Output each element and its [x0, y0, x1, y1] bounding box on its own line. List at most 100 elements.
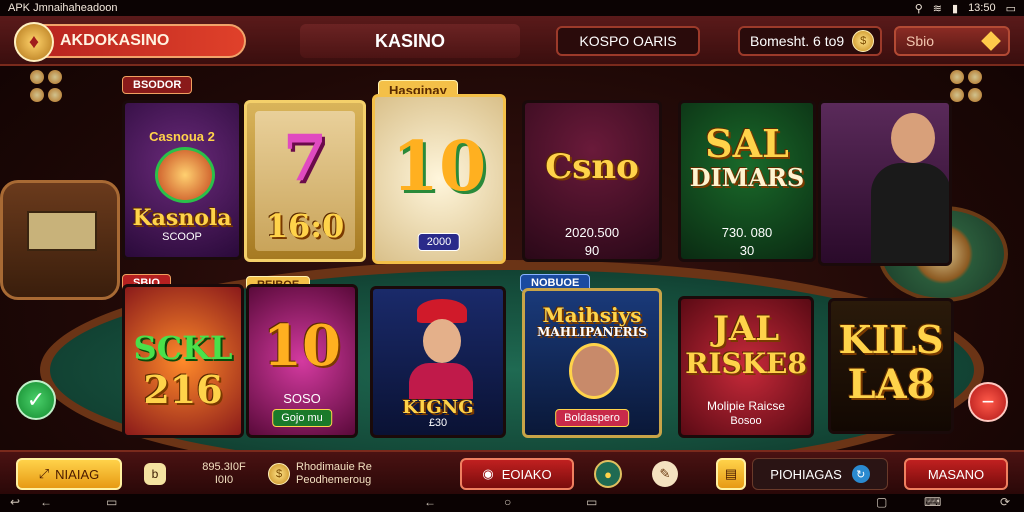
tile-number: 16:0	[265, 207, 345, 245]
tile-line-1: 2020.500	[564, 225, 620, 240]
bottom-play-button[interactable]: MASANO	[904, 458, 1008, 490]
tile-title-1: JAL	[712, 309, 780, 349]
tile-pill: Gojo mu	[272, 409, 332, 427]
arrow-icon: ⤢	[38, 466, 50, 481]
game-tile-ten-gold[interactable]: 10 2000	[372, 94, 506, 264]
game-tile-ten-pink[interactable]: 10 SOSO Gojo mu	[246, 284, 358, 438]
screenshot-icon[interactable]: ▢	[876, 495, 887, 509]
refresh-icon: ↻	[851, 465, 870, 483]
casino-app: APK Jmnaihaheadoon ⚲ ≋ ▮ 13:50 ▭ ♦ AKDOK…	[0, 0, 1024, 512]
tile-line-1: SOSO	[283, 391, 321, 406]
section-label-top: BSODOR	[122, 76, 193, 94]
left-arrow-icon[interactable]: ←	[40, 495, 52, 509]
tile-title-2: MAHLIPANERIS	[537, 325, 647, 339]
rotate-icon[interactable]: ⟳	[1000, 495, 1010, 509]
tile-title-1: SAL	[705, 121, 789, 166]
tile-title-2: DIMARS	[689, 163, 805, 192]
tile-title-1: Maihsiys	[542, 303, 642, 327]
game-tile-kasnola[interactable]: Casnoua 2 Kasnola SCOOP	[122, 100, 242, 260]
bottom-stats: 895.3I0F I0I0	[184, 458, 264, 490]
game-tile-kils-la8[interactable]: KILS LA8	[828, 298, 954, 434]
tile-title: KIGNG	[402, 397, 474, 418]
character-avatar	[569, 343, 619, 399]
character-avatar	[423, 319, 461, 363]
bottom-primary-label: NIAIAG	[55, 466, 100, 482]
tile-title-2: RISKE8	[685, 347, 807, 380]
character-body	[409, 363, 473, 399]
brand-button[interactable]: ♦ AKDOKASINO	[14, 22, 246, 62]
tile-title: Csno	[545, 147, 639, 187]
game-tile-kigng[interactable]: KIGNG £30	[370, 286, 506, 438]
location-icon: ⚲	[914, 2, 923, 15]
bottom-info: $ Rhodimauie Re Peodhemeroug	[268, 458, 408, 490]
bottom-small-button[interactable]: b	[144, 463, 166, 485]
brand-label: AKDOKASINO	[60, 32, 170, 49]
table-icon[interactable]: ●	[594, 460, 622, 488]
tile-title-2: 216	[143, 367, 223, 412]
tile-pill: Boldaspero	[555, 409, 629, 427]
back-nav-icon[interactable]: ←	[424, 495, 436, 509]
confirm-check-icon[interactable]: ✓	[16, 380, 56, 420]
page-title: KASINO	[300, 24, 520, 58]
info-line-1: Rhodimauie Re	[296, 461, 372, 473]
top-bar: ♦ AKDOKASINO KASINO KOSPO OARIS Bomesht.…	[0, 16, 1024, 66]
brand-logo-icon: ♦	[14, 22, 54, 62]
dealer-tile[interactable]	[818, 100, 952, 266]
mascot-icon	[155, 147, 215, 203]
tile-big-number: 7	[282, 121, 328, 196]
tile-line-2: 90	[584, 243, 600, 258]
tile-title-1: SCKL	[133, 329, 233, 367]
top-button-1[interactable]: KOSPO OARIS	[556, 26, 700, 56]
wifi-icon: ≋	[932, 2, 942, 15]
keyboard-icon[interactable]: ⌨	[924, 495, 941, 509]
balance-label: Bomesht. 6 to9	[750, 33, 845, 49]
balance-button[interactable]: Bomesht. 6 to9 $	[738, 26, 882, 56]
dealer-avatar	[891, 113, 935, 163]
bottom-bar: ⤢ NIAIAG b 895.3I0F I0I0 $ Rhodimauie Re…	[0, 450, 1024, 494]
tile-line-2: Bosoo	[730, 415, 762, 427]
tile-top-text: Casnoua 2	[149, 129, 215, 144]
top-button-3[interactable]: Sbio	[894, 26, 1010, 56]
game-tile-jal-riske[interactable]: JAL RISKE8 Molipie Raicse Bosoo	[678, 296, 814, 438]
minus-icon[interactable]: −	[968, 382, 1008, 422]
recent-apps-icon[interactable]: ▭	[106, 495, 117, 509]
tile-pill: 2000	[417, 233, 461, 251]
battery-icon: ▭	[1005, 2, 1016, 15]
stage-lights-left	[30, 70, 90, 130]
tile-subtitle: SCOOP	[162, 231, 202, 243]
bottom-red-button[interactable]: ◉ EOIAKO	[460, 458, 574, 490]
pen-icon[interactable]: ✎	[652, 461, 678, 487]
bottom-dark-button[interactable]: PIOHIAGAS ↻	[752, 458, 888, 490]
tile-line-1: 730. 080	[721, 225, 773, 240]
game-tile-casino[interactable]: Csno 2020.500 90	[522, 100, 662, 262]
stat-line-1: 895.3I0F	[202, 461, 246, 473]
game-tile-seven[interactable]: 7 16:0	[244, 100, 366, 262]
stat-line-2: I0I0	[214, 474, 234, 486]
tile-title: Kasnola	[132, 205, 232, 231]
tile-big-number: 10	[263, 313, 341, 379]
overview-icon[interactable]: ▭	[586, 495, 597, 509]
game-tile-sckl[interactable]: SCKL 216	[122, 284, 244, 438]
top-button-3-label: Sbio	[906, 33, 935, 49]
stage-lights-right	[950, 70, 1010, 130]
home-icon[interactable]: ○	[504, 495, 511, 509]
tile-big-number: 10	[391, 127, 487, 207]
bottom-primary-button[interactable]: ⤢ NIAIAG	[16, 458, 122, 490]
tile-title-2: LA8	[847, 361, 935, 408]
coin-icon: $	[852, 30, 875, 52]
game-tile-maihsiys[interactable]: Maihsiys MAHLIPANERIS Boldaspero	[522, 288, 662, 438]
book-icon[interactable]: ▤	[716, 458, 746, 490]
gem-icon	[981, 31, 1001, 51]
bottom-red-label: EOIAKO	[501, 466, 552, 482]
dealer-body	[871, 163, 949, 263]
tile-title-1: KILS	[838, 317, 944, 362]
back-icon[interactable]: ↩	[10, 495, 20, 509]
game-tile-dimars[interactable]: SAL DIMARS 730. 080 30	[678, 100, 816, 262]
bottom-dark-label: PIOHIAGAS	[770, 466, 842, 482]
info-line-2: Peodhemeroug	[296, 474, 372, 486]
tile-line-2: 30	[739, 243, 755, 258]
status-bar: APK Jmnaihaheadoon ⚲ ≋ ▮ 13:50 ▭	[0, 0, 1024, 16]
tile-line-1: Molipie Raicse	[706, 399, 786, 413]
status-time: 13:50	[968, 2, 996, 14]
coin-icon: $	[268, 463, 290, 485]
